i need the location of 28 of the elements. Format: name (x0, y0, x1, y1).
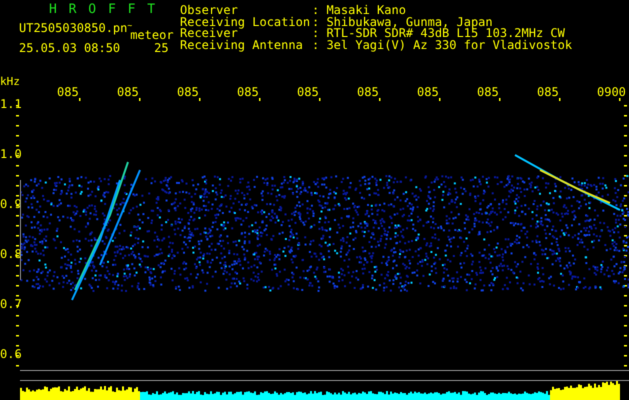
info-value: : RTL-SDR SDR# 43dB L15 103.2MHz CW (312, 27, 565, 38)
time-label: 085 (237, 86, 259, 98)
time-label: 085 (117, 86, 139, 98)
time-label: 0900 (597, 86, 626, 98)
info-value: : 3el Yagi(V) Az 330 for Vladivostok (312, 38, 572, 50)
logo-text: H R O F F T (48, 4, 158, 19)
info-label: Receiver (180, 27, 238, 38)
tag-text: meteor (130, 29, 174, 41)
frequency-label: 0.6 (0, 348, 22, 360)
time-label: 085 (417, 86, 439, 98)
time-label: 085 (57, 86, 79, 98)
time-label: 085 (297, 86, 319, 98)
info-value: : Masaki Kano (312, 4, 406, 16)
info-label: Receiving Antenna (180, 38, 304, 50)
unit-label: kHz (0, 76, 20, 88)
time-label: 085 (357, 86, 379, 98)
filename-text: UT2505030850.pn$^{~}$ (19, 22, 132, 34)
frequency-label: 0.7 (0, 298, 22, 310)
info-label: Observer (180, 4, 238, 16)
frequency-label: 1.1 (0, 98, 22, 110)
datetime-text: 25.05.03 08:50 (19, 42, 120, 54)
info-value: : Shibukawa, Gunma, Japan (312, 16, 493, 27)
count-text: 25 (154, 42, 169, 54)
time-label: 085 (477, 86, 499, 98)
time-label: 085 (537, 86, 559, 98)
info-label: Receiving Location (180, 16, 312, 27)
frequency-label: 1.0 (0, 148, 22, 160)
time-label: 085 (177, 86, 199, 98)
